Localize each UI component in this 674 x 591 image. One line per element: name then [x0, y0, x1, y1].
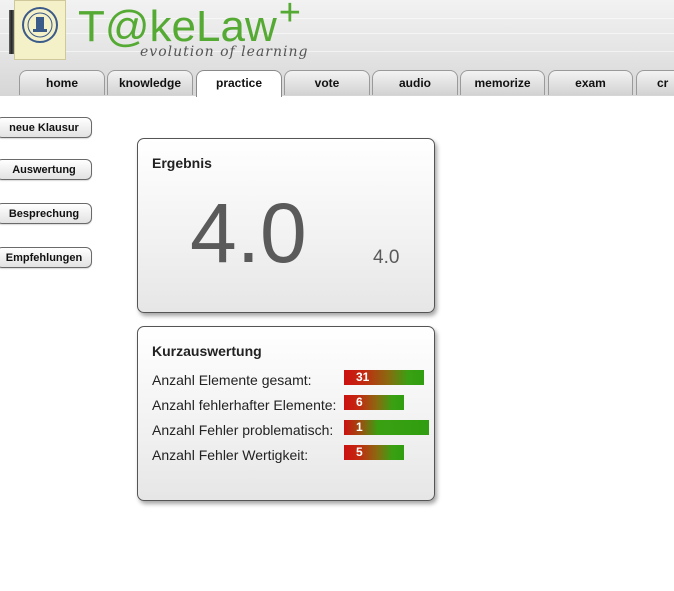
row-label-value-errors: Anzahl Fehler Wertigkeit:	[152, 447, 309, 463]
tab-practice[interactable]: practice	[196, 70, 282, 97]
result-title: Ergebnis	[152, 155, 212, 171]
grade-small: 4.0	[373, 247, 400, 268]
value-errors-bar: 5	[344, 445, 404, 460]
total-elements-bar: 31	[344, 370, 424, 385]
row-label-faulty-elements: Anzahl fehlerhafter Elemente:	[152, 397, 337, 413]
tab-home[interactable]: home	[19, 70, 105, 95]
brand-tagline: evolution of learning	[140, 44, 309, 60]
tab-knowledge[interactable]: knowledge	[107, 70, 193, 95]
summary-panel: Kurzauswertung Anzahl Elemente gesamt: 3…	[137, 326, 435, 501]
tab-memorize[interactable]: memorize	[460, 70, 545, 95]
result-panel: Ergebnis 4.0 4.0	[137, 138, 435, 313]
row-label-total-elements: Anzahl Elemente gesamt:	[152, 372, 312, 388]
new-exam-button[interactable]: neue Klausur	[0, 117, 92, 138]
faulty-elements-bar: 6	[344, 395, 404, 410]
summary-title: Kurzauswertung	[152, 343, 262, 359]
seal-icon	[22, 7, 58, 43]
problematic-errors-bar: 1	[344, 420, 429, 435]
university-logo	[14, 0, 66, 60]
grade-large: 4.0	[190, 186, 307, 280]
row-label-problematic-errors: Anzahl Fehler problematisch:	[152, 422, 334, 438]
tab-cr[interactable]: cr	[636, 70, 674, 95]
tab-exam[interactable]: exam	[548, 70, 633, 95]
tab-vote[interactable]: vote	[284, 70, 370, 95]
discussion-button[interactable]: Besprechung	[0, 203, 92, 224]
recommendations-button[interactable]: Empfehlungen	[0, 247, 92, 268]
evaluation-button[interactable]: Auswertung	[0, 159, 92, 180]
main-tab-bar: home knowledge practice vote audio memor…	[0, 70, 674, 97]
tab-audio[interactable]: audio	[372, 70, 458, 95]
